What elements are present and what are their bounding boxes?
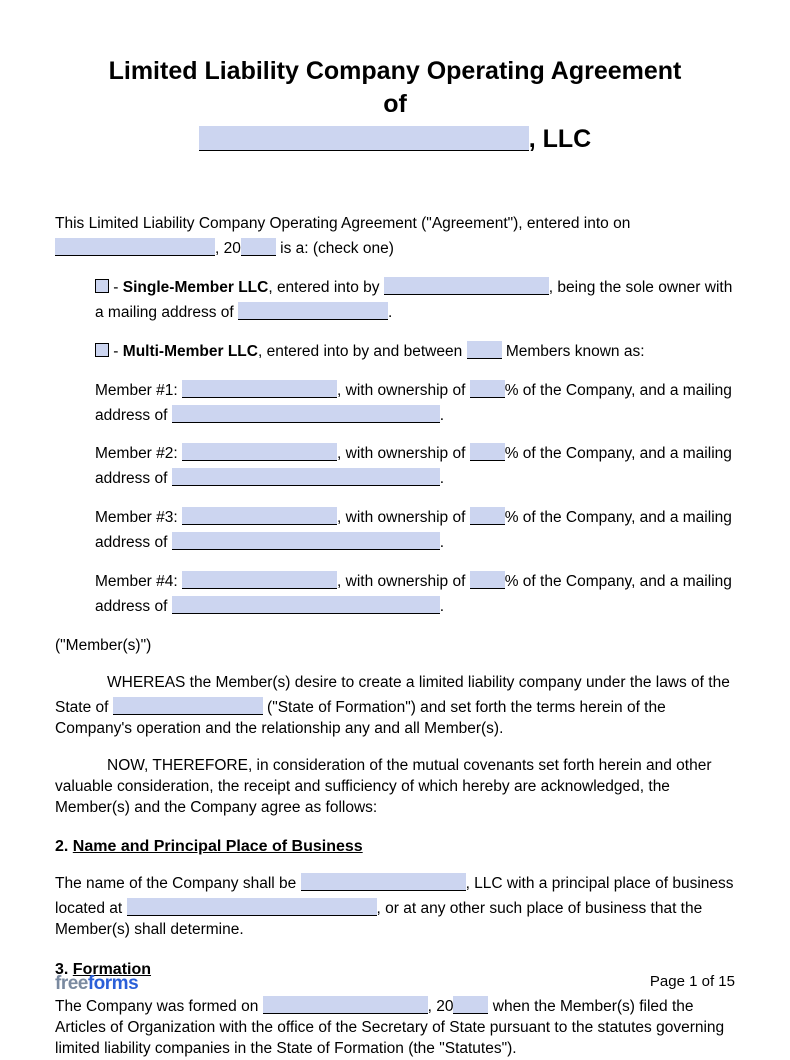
member-1-address-field[interactable] <box>172 405 440 423</box>
single-member-option: - Single-Member LLC, entered into by , b… <box>55 274 735 324</box>
principal-address-field[interactable] <box>127 898 377 916</box>
section-3-body: The Company was formed on , 20 when the … <box>55 993 735 1060</box>
member-3-row: Member #3: , with ownership of % of the … <box>55 504 735 554</box>
formation-date-field[interactable] <box>263 996 428 1014</box>
document-title-of: of <box>55 88 735 121</box>
page-footer: freeforms Page 1 of 15 <box>55 973 735 995</box>
member-3-address-field[interactable] <box>172 532 440 550</box>
member-2-row: Member #2: , with ownership of % of the … <box>55 440 735 490</box>
state-of-formation-field[interactable] <box>113 697 263 715</box>
agreement-date-field[interactable] <box>55 238 215 256</box>
document-title-line1: Limited Liability Company Operating Agre… <box>55 55 735 88</box>
member-2-pct-field[interactable] <box>470 443 505 461</box>
member-4-address-field[interactable] <box>172 596 440 614</box>
company-name-field-2[interactable] <box>301 873 466 891</box>
member-2-name-field[interactable] <box>182 443 337 461</box>
whereas-paragraph: WHEREAS the Member(s) desire to create a… <box>55 673 735 740</box>
members-close: ("Member(s)") <box>55 636 735 657</box>
section-2-body: The name of the Company shall be , LLC w… <box>55 870 735 941</box>
llc-suffix: , LLC <box>529 125 592 153</box>
member-4-row: Member #4: , with ownership of % of the … <box>55 568 735 618</box>
formation-year-field[interactable] <box>453 996 488 1014</box>
member-4-name-field[interactable] <box>182 571 337 589</box>
single-member-checkbox[interactable] <box>95 279 109 293</box>
multi-member-checkbox[interactable] <box>95 343 109 357</box>
document-title-company: , LLC <box>55 122 735 154</box>
member-2-address-field[interactable] <box>172 468 440 486</box>
single-owner-name-field[interactable] <box>384 277 549 295</box>
now-therefore-paragraph: NOW, THEREFORE, in consideration of the … <box>55 756 735 819</box>
member-count-field[interactable] <box>467 341 502 359</box>
page-number: Page 1 of 15 <box>650 973 735 990</box>
freeforms-logo: freeforms <box>55 973 138 994</box>
member-1-pct-field[interactable] <box>470 380 505 398</box>
section-2-heading: 2. Name and Principal Place of Business <box>55 838 735 856</box>
member-1-row: Member #1: , with ownership of % of the … <box>55 377 735 427</box>
member-3-pct-field[interactable] <box>470 507 505 525</box>
multi-member-option: - Multi-Member LLC, entered into by and … <box>55 338 735 363</box>
member-4-pct-field[interactable] <box>470 571 505 589</box>
intro-paragraph: This Limited Liability Company Operating… <box>55 214 735 260</box>
single-owner-address-field[interactable] <box>238 302 388 320</box>
company-name-field[interactable] <box>199 126 529 151</box>
member-1-name-field[interactable] <box>182 380 337 398</box>
member-3-name-field[interactable] <box>182 507 337 525</box>
agreement-year-field[interactable] <box>241 238 276 256</box>
